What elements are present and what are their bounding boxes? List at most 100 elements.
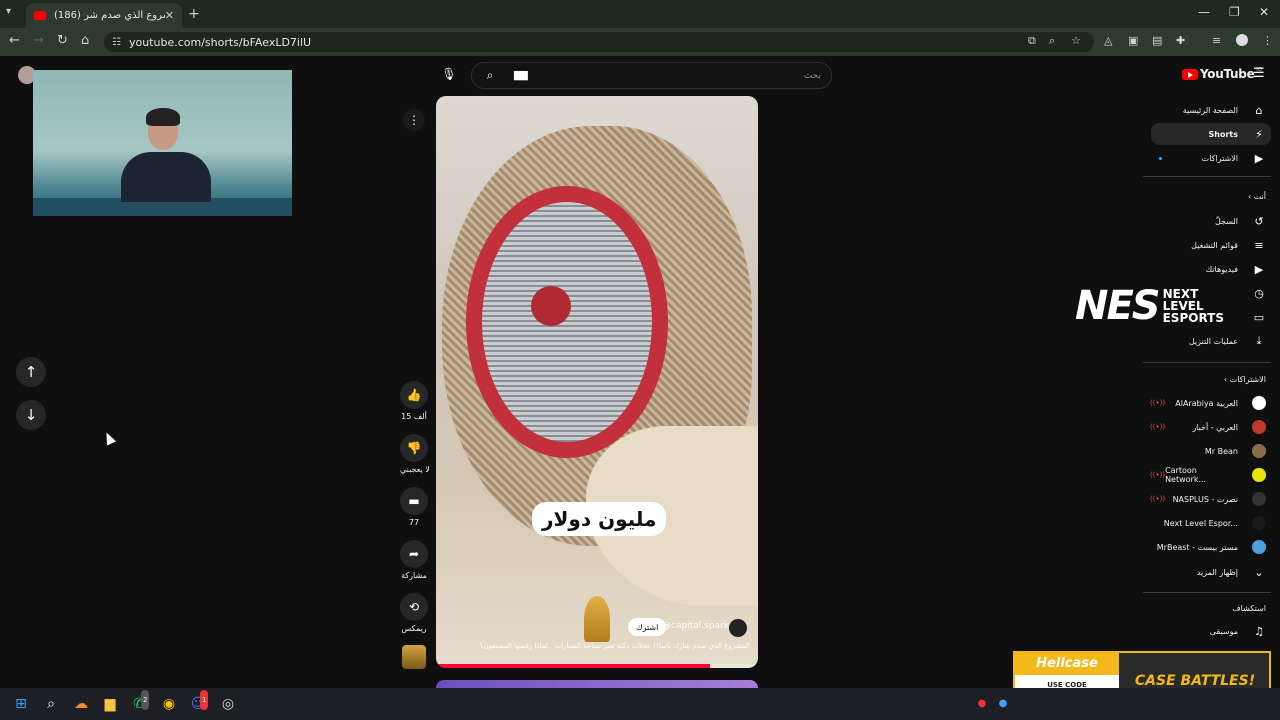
browser-tab[interactable]: (186) المشروع الذي صدم شر ✕ (26, 3, 182, 28)
live-indicator-icon: ((•)) (1150, 495, 1166, 503)
profile-avatar[interactable] (1236, 34, 1248, 46)
channel-avatar (1252, 396, 1266, 410)
live-indicator-icon: ((•)) (1150, 423, 1166, 431)
sidebar-item-liked[interactable]: ▭ (1238, 306, 1266, 328)
sidebar-item-subscriptions[interactable]: الاشتراكات ▶ (1158, 147, 1266, 169)
sidebar-item-label: السجلّ (1214, 216, 1238, 226)
share-action[interactable]: ➦ مشاركة (400, 540, 428, 580)
cloud-app-icon[interactable]: ☁ (71, 694, 91, 714)
shorts-icon: ⚡ (1255, 127, 1263, 141)
divider (1143, 362, 1271, 363)
search-placeholder: بحث (803, 70, 821, 81)
voice-search-icon[interactable]: 🎙 (440, 64, 458, 84)
chrome-icon[interactable]: ◉ (159, 694, 179, 714)
new-tab-button[interactable]: + (188, 6, 200, 22)
sidebar-item-playlists[interactable]: قوائم التشغيل ≡ (1191, 234, 1266, 256)
like-action[interactable]: 👍 15 ألف (400, 381, 428, 421)
back-icon[interactable]: ← (9, 33, 20, 48)
channel-handle[interactable]: @capital.sparks (662, 621, 734, 631)
extensions-puzzle-icon[interactable]: ✚ (1176, 34, 1185, 47)
ad-brand: Hellcase (1015, 653, 1119, 675)
reload-icon[interactable]: ↻ (57, 33, 68, 48)
home-icon[interactable]: ⌂ (81, 33, 89, 48)
tab-search-icon[interactable]: ▾ (6, 6, 11, 17)
subscription-item[interactable]: ((•)) Cartoon Network... (1150, 465, 1266, 485)
audio-source-thumbnail[interactable] (402, 645, 426, 669)
sidebar-item-history[interactable]: السجلّ ↺ (1215, 210, 1266, 232)
menu-kebab-icon[interactable]: ⋮ (1262, 34, 1273, 47)
obs-icon[interactable]: ◎ (218, 694, 238, 714)
extension-icon[interactable]: ◬ (1104, 34, 1112, 47)
nes-logo-text: NES (1075, 283, 1161, 329)
sidebar-item-shorts[interactable]: Shorts ⚡ (1209, 123, 1266, 145)
tray-record-icon[interactable]: ● (972, 694, 992, 714)
video-progress-bar[interactable] (436, 664, 758, 668)
discord-icon[interactable]: ☺ 1 (188, 690, 209, 714)
bookmark-star-icon[interactable]: ☆ (1071, 34, 1081, 47)
tray-app-icon[interactable]: ● (993, 694, 1013, 714)
subscription-item[interactable]: ((•)) AlArabiya العربية (1150, 393, 1266, 413)
video-frame-hub (531, 286, 571, 326)
windows-start-icon[interactable]: ⊞ (11, 694, 31, 714)
reading-list-icon[interactable]: ≡ (1212, 34, 1221, 47)
extension-icon[interactable]: ▤ (1152, 34, 1162, 47)
chevron-down-icon: ⌄ (1254, 565, 1264, 579)
search-query[interactable]: ▇▇ (514, 71, 528, 81)
search-icon[interactable]: ⌕ (472, 68, 508, 83)
like-icon[interactable]: 👍 (400, 381, 428, 409)
zoom-icon[interactable]: ⌕ (1049, 34, 1055, 48)
next-short-button[interactable]: ↓ (16, 400, 46, 430)
like-count: 15 ألف (401, 412, 427, 421)
tab-close-icon[interactable]: ✕ (165, 9, 174, 22)
subscription-item[interactable]: ((•)) العربي - أخبار (1150, 417, 1266, 437)
channel-watermark-logo (584, 596, 610, 642)
forward-icon[interactable]: → (33, 33, 44, 48)
minimize-button[interactable]: — (1198, 5, 1210, 19)
subscription-item[interactable]: ((•)) NASPLUS - نصرت (1150, 489, 1266, 509)
subscription-item[interactable]: Mr Bean (1150, 441, 1266, 461)
comments-action[interactable]: ▬ 77 (400, 487, 428, 527)
subscription-item[interactable]: Next Level Espor... (1150, 513, 1266, 533)
extension-icon[interactable]: ▣ (1128, 34, 1138, 47)
show-more-button[interactable]: إظهار المزيد ⌄ (1197, 561, 1266, 583)
video-description[interactable]: المشروع الذي صدم شارك ناسا!! عجلات ذكية … (444, 642, 750, 650)
sidebar-item-home[interactable]: الصفحة الرئيسية ⌂ (1183, 99, 1266, 121)
dislike-icon[interactable]: 👎 (400, 434, 428, 462)
subscription-item[interactable]: MrBeast - مستر بيست (1150, 537, 1266, 557)
remix-action[interactable]: ⟲ ريمكس (400, 593, 428, 633)
site-info-icon[interactable]: ☷ (112, 37, 121, 48)
comment-icon[interactable]: ▬ (400, 487, 428, 515)
dislike-label: لا يعجبني (400, 465, 430, 474)
restore-button[interactable]: ❐ (1229, 5, 1240, 19)
music-icon: ♫ (1254, 624, 1264, 638)
channel-avatar[interactable] (729, 619, 747, 637)
subscriptions-section-header[interactable]: ‹ الاشتراكات (1224, 375, 1266, 384)
remix-label: ريمكس (401, 624, 427, 633)
share-icon[interactable]: ➦ (400, 540, 428, 568)
install-icon[interactable]: ⧉ (1028, 34, 1036, 48)
youtube-logo[interactable]: YouTube IQ (1182, 67, 1262, 81)
shorts-video-player[interactable]: مليون دولار اشترك @capital.sparks المشرو… (436, 96, 758, 668)
sidebar-item-watch-later[interactable]: ◷ (1238, 282, 1266, 304)
previous-short-button[interactable]: ↑ (16, 357, 46, 387)
more-options-icon[interactable]: ⋮ (403, 109, 425, 131)
address-bar[interactable]: ☷ youtube.com/shorts/bFAexLD7ilU (104, 32, 1094, 52)
search-box[interactable]: ⌕ ▇▇ بحث (471, 62, 832, 89)
share-label: مشاركة (401, 571, 427, 580)
you-section-header[interactable]: ‹ أنت (1248, 192, 1266, 201)
file-explorer-icon[interactable]: ▆ (100, 694, 120, 714)
close-window-button[interactable]: ✕ (1259, 5, 1269, 19)
channel-avatar (1252, 540, 1266, 554)
sidebar-item-your-videos[interactable]: فيديوهاتك ▶ (1206, 258, 1266, 280)
nes-watermark-logo: NES NEXT LEVEL ESPORTS (1075, 283, 1224, 329)
hamburger-menu-icon[interactable]: ☰ (1253, 66, 1265, 81)
search-icon[interactable]: ⌕ (41, 694, 61, 714)
sidebar-item-label: Shorts (1208, 129, 1238, 139)
subscribe-button[interactable]: اشترك (628, 618, 667, 636)
whatsapp-badge: 2 (141, 690, 150, 710)
remix-icon[interactable]: ⟲ (400, 593, 428, 621)
sidebar-item-downloads[interactable]: عمليات التنزيل ⤓ (1189, 330, 1266, 352)
dislike-action[interactable]: 👎 لا يعجبني (400, 434, 430, 474)
sidebar-item-music[interactable]: موسيقى ♫ (1210, 620, 1266, 642)
whatsapp-icon[interactable]: ✆ 2 (129, 690, 150, 714)
